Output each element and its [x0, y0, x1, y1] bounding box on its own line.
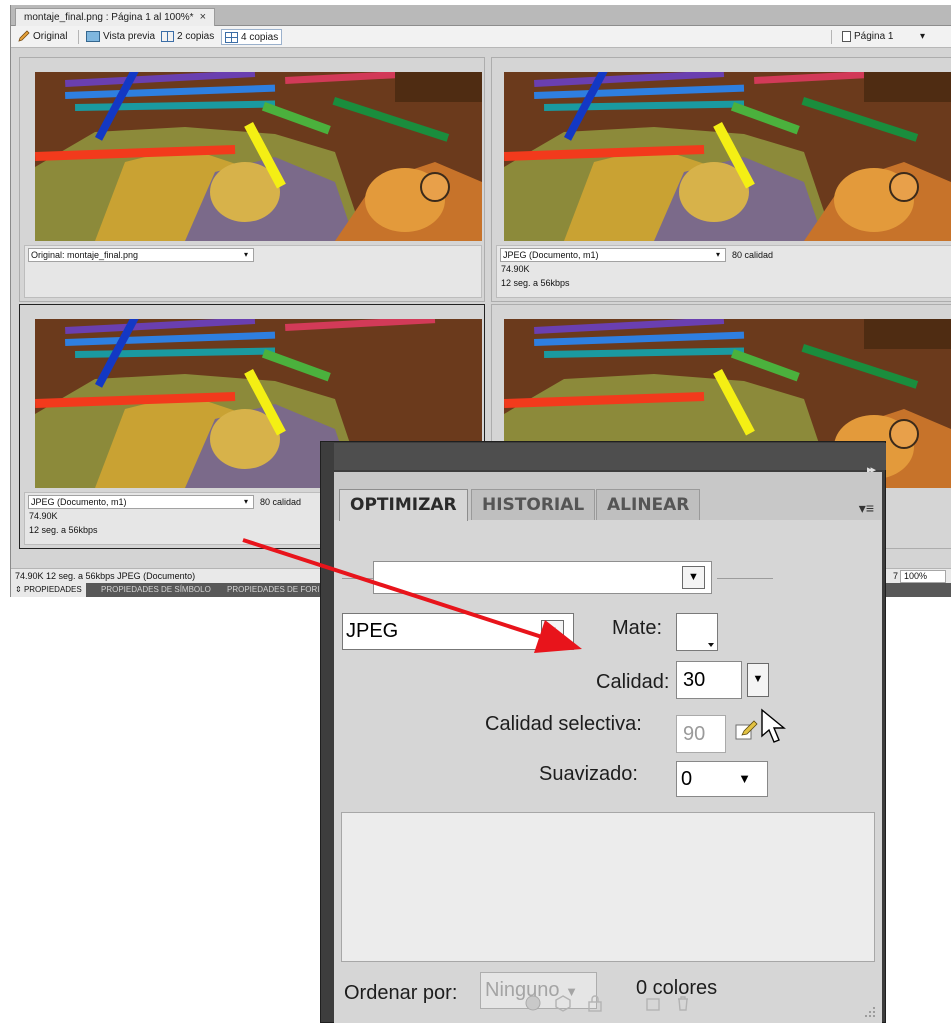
pane-format-select[interactable]: JPEG (Documento, m1) ▾ [28, 495, 254, 509]
pane-format-label: Original: montaje_final.png [31, 250, 139, 260]
dropdown-arrow-icon[interactable]: ▼ [541, 620, 564, 643]
page-dropdown-arrow[interactable]: ▾ [917, 29, 928, 45]
view-toolbar: Original Vista previa 2 copias 4 copias … [11, 26, 951, 48]
resize-grip-icon[interactable] [862, 1004, 876, 1018]
pane-download-time: 12 seg. a 56kbps [501, 278, 570, 288]
pane-info: Original: montaje_final.png ▾ [24, 245, 482, 298]
preview-pane-jpeg-1[interactable]: JPEG (Documento, m1) ▾ 80 calidad 74.90K … [491, 57, 951, 302]
tab-optimize[interactable]: OPTIMIZAR [339, 489, 468, 521]
chevron-down-icon: ▼ [738, 771, 751, 786]
tab-properties-label: PROPIEDADES [23, 585, 82, 594]
toolbar-divider [78, 30, 79, 44]
divider [342, 578, 373, 579]
color-table-tools [524, 994, 704, 1016]
dropdown-arrow-icon: ▾ [243, 250, 248, 259]
preview-pane-original[interactable]: Original: montaje_final.png ▾ [19, 57, 485, 302]
tab-format-properties[interactable]: PROPIEDADES DE FORI [223, 583, 323, 597]
pane-format-label: JPEG (Documento, m1) [31, 497, 127, 507]
cube-icon[interactable] [554, 994, 572, 1012]
pane-info: JPEG (Documento, m1) ▾ 80 calidad 74.90K … [496, 245, 951, 298]
preview-image [504, 72, 951, 241]
two-up-view-button[interactable]: 2 copias [158, 29, 217, 45]
panel-tab-bar: OPTIMIZAR HISTORIAL ALINEAR ▾≡ [334, 472, 882, 521]
preview-view-label: Vista previa [103, 31, 156, 42]
page-selector-label: Página 1 [854, 31, 894, 42]
four-up-view-label: 4 copias [241, 32, 279, 43]
status-info: 74.90K 12 seg. a 56kbps JPEG (Documento) [15, 571, 196, 581]
close-icon[interactable]: × [200, 11, 206, 23]
optimize-panel-body: OPTIMIZAR HISTORIAL ALINEAR ▾≡ ▼ JPEG ▼ … [334, 472, 882, 1023]
document-tab-title: montaje_final.png : Página 1 al 100%* [24, 12, 194, 23]
selective-quality-input[interactable]: 90 [676, 715, 726, 753]
original-view-label: Original [33, 31, 68, 42]
zoom-select[interactable]: 100% [900, 570, 946, 583]
page-icon [842, 31, 851, 42]
tab-history[interactable]: HISTORIAL [471, 489, 596, 520]
matte-label: Mate: [612, 617, 663, 639]
color-table[interactable] [341, 812, 875, 962]
web-snap-icon[interactable] [524, 994, 542, 1012]
tab-properties[interactable]: ⇕ PROPIEDADES [11, 583, 86, 597]
smoothing-select[interactable]: 0 ▼ [676, 761, 768, 797]
pane-format-select[interactable]: Original: montaje_final.png ▾ [28, 248, 254, 262]
pane-quality: 80 calidad [260, 497, 302, 507]
pane-quality: 80 calidad [732, 250, 774, 260]
preview-icon [86, 31, 100, 42]
pane-file-size: 74.90K [29, 511, 58, 521]
preview-view-button[interactable]: Vista previa [83, 29, 158, 45]
pane-download-time: 12 seg. a 56kbps [29, 525, 98, 535]
smoothing-value: 0 [681, 768, 693, 790]
sort-by-label: Ordenar por: [344, 982, 458, 1004]
status-page-fragment: 7 [892, 571, 898, 581]
document-tab[interactable]: montaje_final.png : Página 1 al 100%* × [15, 8, 216, 26]
pane-file-size: 74.90K [501, 264, 530, 274]
format-value: JPEG [346, 620, 399, 642]
toolbar-divider [831, 30, 832, 44]
panel-menu-icon[interactable]: ▾≡ [859, 500, 874, 517]
optimize-panel-zoom: ▸▸ OPTIMIZAR HISTORIAL ALINEAR ▾≡ ▼ JPEG… [320, 441, 886, 1023]
quality-label: Calidad: [596, 671, 670, 693]
divider [717, 578, 773, 579]
markers-artwork-image [35, 72, 482, 241]
four-up-icon [225, 32, 238, 43]
quality-slider-button[interactable]: ▼ [747, 663, 769, 697]
format-select[interactable]: JPEG ▼ [342, 613, 574, 650]
trash-icon[interactable] [674, 994, 692, 1012]
dropdown-arrow-icon: ▾ [715, 250, 720, 259]
document-tab-strip: montaje_final.png : Página 1 al 100%* × [11, 5, 951, 26]
preset-select[interactable]: ▼ [373, 561, 712, 594]
tab-symbol-properties[interactable]: PROPIEDADES DE SÍMBOLO [97, 583, 215, 597]
two-up-view-label: 2 copias [177, 31, 215, 42]
panel-header: ▸▸ [334, 443, 886, 476]
quality-input[interactable]: 30 [676, 661, 742, 699]
selective-quality-label: Calidad selectiva: [485, 713, 642, 735]
pane-format-label: JPEG (Documento, m1) [503, 250, 599, 260]
four-up-view-button[interactable]: 4 copias [221, 29, 283, 45]
pane-format-select[interactable]: JPEG (Documento, m1) ▾ [500, 248, 726, 262]
preview-image [35, 72, 482, 241]
pencil-icon [18, 30, 30, 42]
smoothing-label: Suavizado: [539, 763, 638, 785]
page-selector[interactable]: Página 1 [839, 29, 896, 45]
markers-artwork-image [504, 72, 951, 241]
tab-align[interactable]: ALINEAR [596, 489, 701, 520]
dropdown-arrow-icon: ▾ [243, 497, 248, 506]
original-view-button[interactable]: Original [15, 29, 70, 45]
left-margin [0, 0, 10, 600]
add-color-icon[interactable] [644, 994, 662, 1012]
edit-selective-icon[interactable] [735, 720, 758, 741]
matte-color-swatch[interactable] [676, 613, 718, 651]
dropdown-arrow-icon[interactable]: ▼ [682, 566, 705, 589]
lock-icon[interactable] [586, 994, 604, 1012]
two-up-icon [161, 31, 174, 42]
mouse-cursor-icon [761, 708, 786, 743]
